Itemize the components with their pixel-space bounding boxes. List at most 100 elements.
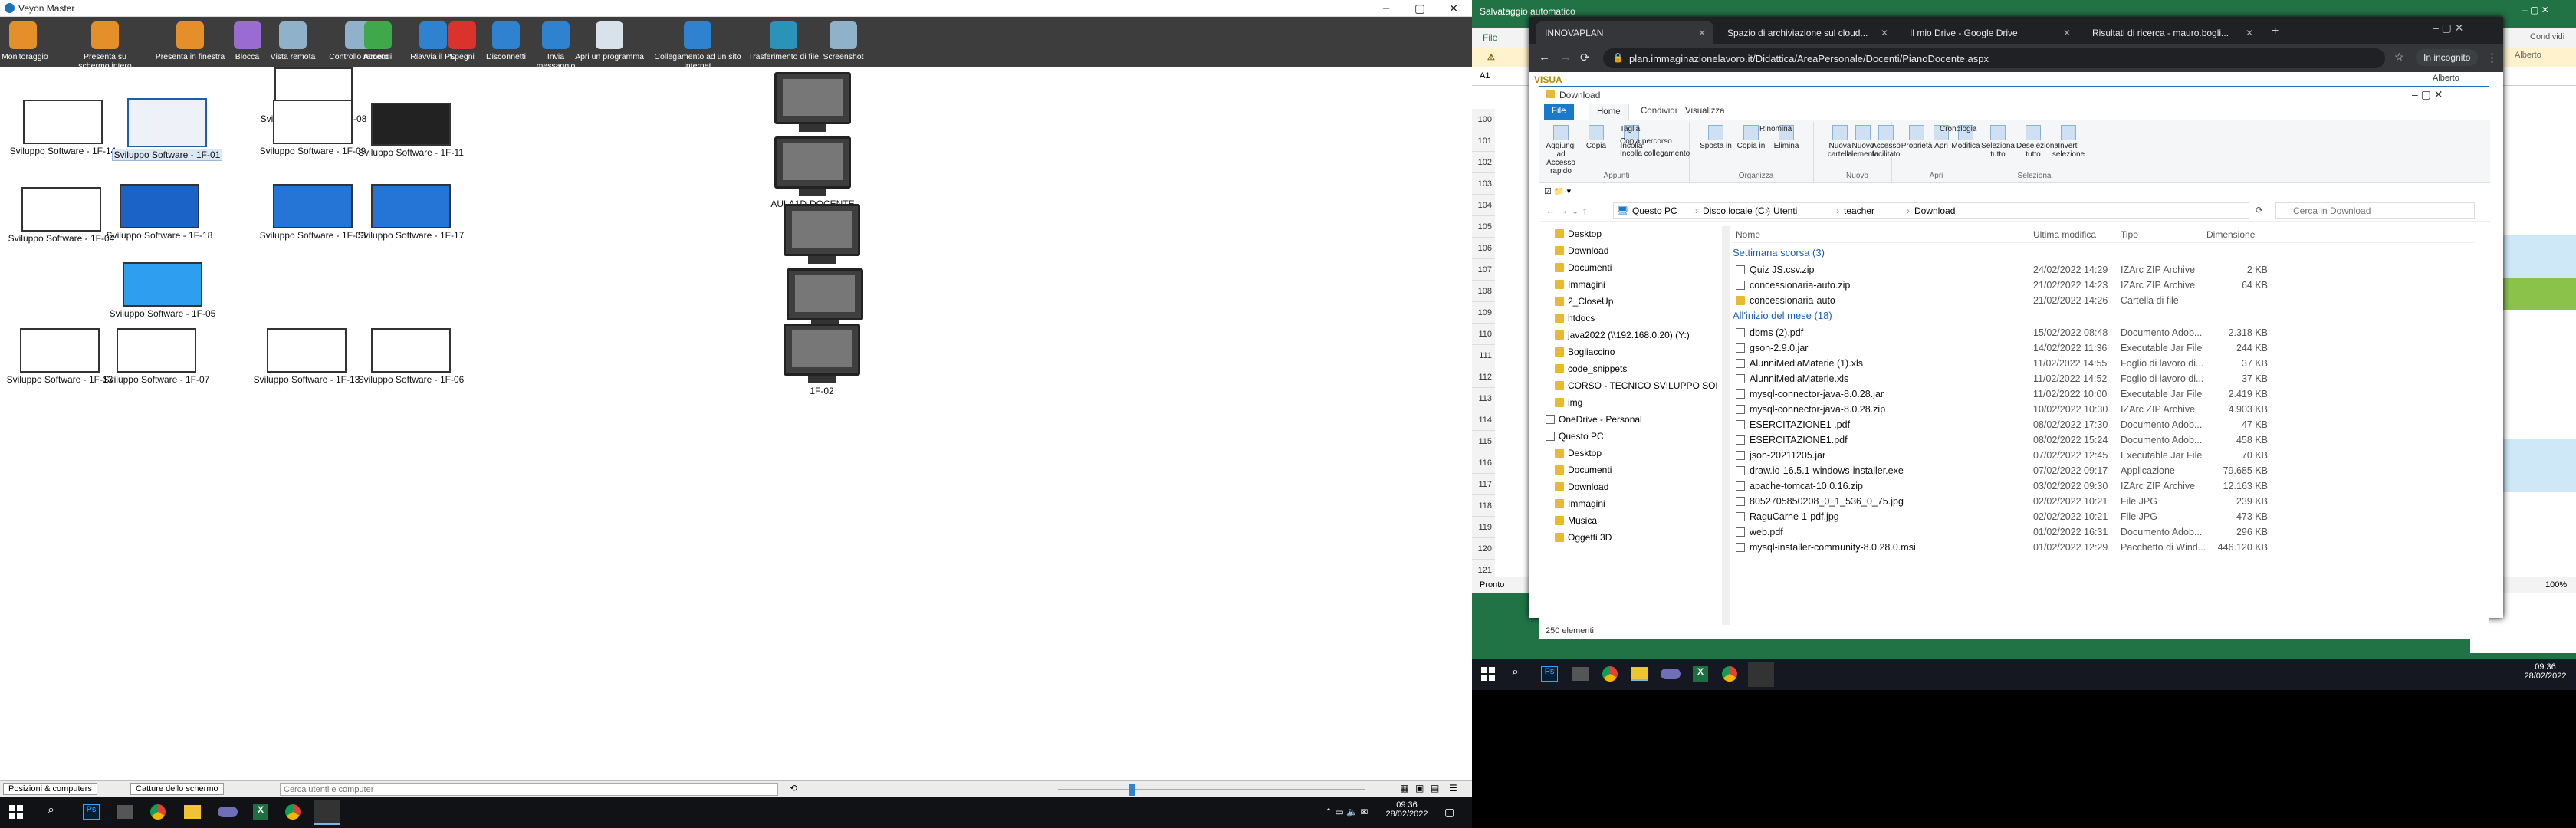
search-icon[interactable]: ⌕ [48,803,54,817]
file-row[interactable]: RaguCarne-1-pdf.jpg 02/02/2022 10:21 File … [1731,508,2467,525]
refresh-icon[interactable]: ⟲ [790,783,797,794]
window-controls[interactable]: – ▢ ✕ [2433,21,2464,34]
ribbon-button[interactable]: Incolla collegamento [1620,150,1693,158]
nav-item[interactable]: Immagini [1555,277,1605,294]
close-button[interactable]: ✕ [1438,2,1469,15]
column-header[interactable]: Nome [1736,229,1760,240]
arrange-icon[interactable]: ▣ [1415,783,1424,794]
breadcrumb-item[interactable]: Utenti [1773,205,1797,216]
nav-item[interactable]: Musica [1555,513,1597,530]
nav-item[interactable]: Documenti [1555,462,1612,479]
file-explorer-icon[interactable] [1631,667,1648,681]
app-icon[interactable] [1572,667,1589,681]
browser-tab[interactable]: Il mio Drive - Google Drive ✕ [1901,21,2078,44]
excel-row-header[interactable]: 109 [1472,302,1495,324]
toolbar-button-4[interactable]: Vista remota [268,20,317,66]
computer-thumbnail[interactable]: Sviluppo Software - 1F-13 [254,328,360,388]
excel-row-header[interactable]: 112 [1472,366,1495,388]
nav-item[interactable]: Download [1555,243,1608,260]
excel-file-tab[interactable]: File [1483,32,1497,43]
breadcrumb-item[interactable]: Disco locale (C:) [1703,205,1770,216]
back-icon[interactable]: ← [1539,51,1550,64]
toolbar-button-3[interactable]: Blocca [230,20,264,66]
file-row[interactable]: AlunniMediaMaterie.xls 11/02/2022 14:52 Fo… [1731,370,2467,387]
nav-arrows-icon[interactable]: ← → ⌄ ↑ [1546,205,1587,217]
tab-close-icon[interactable]: ✕ [1881,28,1888,38]
excel-row-header[interactable]: 114 [1472,409,1495,431]
offline-computer[interactable]: 1F-10 [776,204,868,277]
computer-thumbnail[interactable]: Sviluppo Software - 1F-13 [7,328,113,388]
computer-thumbnail[interactable]: Sviluppo Software - 1F-18 [107,184,212,244]
incognito-badge[interactable]: In incognito [2416,49,2479,66]
breadcrumb-item[interactable]: teacher [1844,205,1875,216]
computer-thumbnail[interactable]: Sviluppo Software - 1F-11 [358,103,464,161]
tab-close-icon[interactable]: ✕ [2246,28,2253,38]
breadcrumb-item[interactable]: Questo PC [1632,205,1677,216]
computer-thumbnail[interactable]: Sviluppo Software - 1F-17 [358,184,464,244]
ribbon-tab[interactable]: File [1544,104,1574,120]
excel-row-header[interactable]: 117 [1472,474,1495,495]
file-explorer-icon[interactable] [184,805,201,819]
photoshop-icon[interactable]: Ps [1541,666,1558,682]
excel-row-header[interactable]: 101 [1472,130,1495,152]
tab-close-icon[interactable]: ✕ [2063,28,2071,38]
file-row[interactable]: json-20211205.jar 07/02/2022 12:45 Executa… [1731,447,2467,464]
search-input[interactable] [2275,202,2475,219]
file-row[interactable]: mysql-connector-java-8.0.28.jar 11/02/202… [1731,386,2467,402]
excel-row-header[interactable]: 102 [1472,152,1495,173]
toolbar-button-11[interactable]: Apri un programma [575,20,644,66]
name-box[interactable]: A1 [1480,71,1490,80]
clock[interactable]: 09:36 28/02/2022 [1384,800,1430,819]
notification-icon[interactable]: ▢ [1444,806,1454,819]
file-row[interactable]: gson-2.9.0.jar 14/02/2022 11:36 Executable… [1731,340,2467,356]
file-row[interactable]: dbms (2).pdf 15/02/2022 08:48 Documento Ad… [1731,324,2467,341]
refresh-icon[interactable]: ⟳ [2256,205,2263,215]
bookmark-star-icon[interactable]: ☆ [2394,51,2404,64]
maximize-button[interactable]: ▢ [1405,2,1435,15]
toolbar-button-14[interactable]: Screenshot [813,20,874,66]
offline-computer[interactable]: AULA1D-DOCENTE [767,136,859,209]
chrome-icon[interactable] [1602,666,1618,682]
nav-scrollbar[interactable] [1722,226,1730,625]
computer-thumbnail[interactable]: Sviluppo Software - 1F-14 [10,100,116,159]
veyon-taskbar-icon[interactable] [314,800,340,825]
ribbon-button[interactable]: Cronologia [1940,125,1976,133]
search-input[interactable] [280,783,778,796]
screenshots-button[interactable]: Catture dello schermo [130,783,224,795]
nav-item[interactable]: OneDrive - Personal [1546,412,1642,429]
computer-thumbnail[interactable]: Sviluppo Software - 1F-07 [104,328,209,388]
offline-computer[interactable]: 1F-12 [767,72,859,145]
autosave-label[interactable]: Salvataggio automatico [1480,6,1576,17]
window-controls[interactable]: – ▢ ✕ [2522,5,2549,15]
file-row[interactable]: concessionaria-auto.zip 21/02/2022 14:23 I… [1731,277,2467,294]
nav-item[interactable]: img [1555,395,1582,412]
file-row[interactable]: ESERCITAZIONE1.pdf 08/02/2022 15:24 Docume… [1731,432,2467,449]
file-row[interactable]: 8052705850208_0_1_536_0_75.jpg 02/02/2022… [1731,493,2467,510]
ribbon-button[interactable]: Inverti selezione [2052,125,2085,159]
settings-icon[interactable]: ☰ [1449,783,1457,794]
file-row[interactable]: ESERCITAZIONE1 .pdf 08/02/2022 17:30 Docum… [1731,416,2467,433]
computer-thumbnail[interactable]: Sviluppo Software - 1F-04 [8,187,114,247]
app-icon[interactable] [218,807,238,817]
browser-tab[interactable]: Spazio di archiviazione sul cloud... ✕ [1718,21,1896,44]
toolbar-button-12[interactable]: Collegamento ad un sito internet [652,20,744,71]
ribbon-button[interactable]: Copia [1579,125,1613,150]
new-tab-button[interactable]: + [2272,25,2279,38]
tile-icon[interactable]: ▤ [1431,783,1439,794]
ribbon-button[interactable]: Copia percorso [1620,137,1693,146]
file-row[interactable]: draw.io-16.5.1-windows-installer.exe 07/0… [1731,462,2467,479]
ribbon-button[interactable]: Taglia [1620,125,1693,133]
computer-thumbnail[interactable]: Sviluppo Software - 1F-09 [260,100,366,159]
file-row[interactable]: mysql-installer-community-8.0.28.0.msi 01… [1731,539,2467,556]
nav-item[interactable]: Desktop [1555,226,1602,243]
toolbar-button-8[interactable]: Spegni [445,20,479,66]
toolbar-button-1[interactable]: Presenta su schermo intero [69,20,141,71]
ribbon-button[interactable]: Seleziona tutto [1981,125,2015,159]
zoom-slider-handle[interactable] [1129,784,1135,796]
menu-icon[interactable]: ⋮ [2486,51,2498,64]
computer-thumbnail[interactable]: Sviluppo Software - 1F-06 [358,328,464,388]
nav-item[interactable]: Documenti [1555,260,1612,277]
chrome-icon[interactable] [1722,666,1737,682]
excel-row-header[interactable]: 104 [1472,195,1495,216]
file-row[interactable]: apache-tomcat-10.0.16.zip 03/02/2022 09:3… [1731,478,2467,495]
